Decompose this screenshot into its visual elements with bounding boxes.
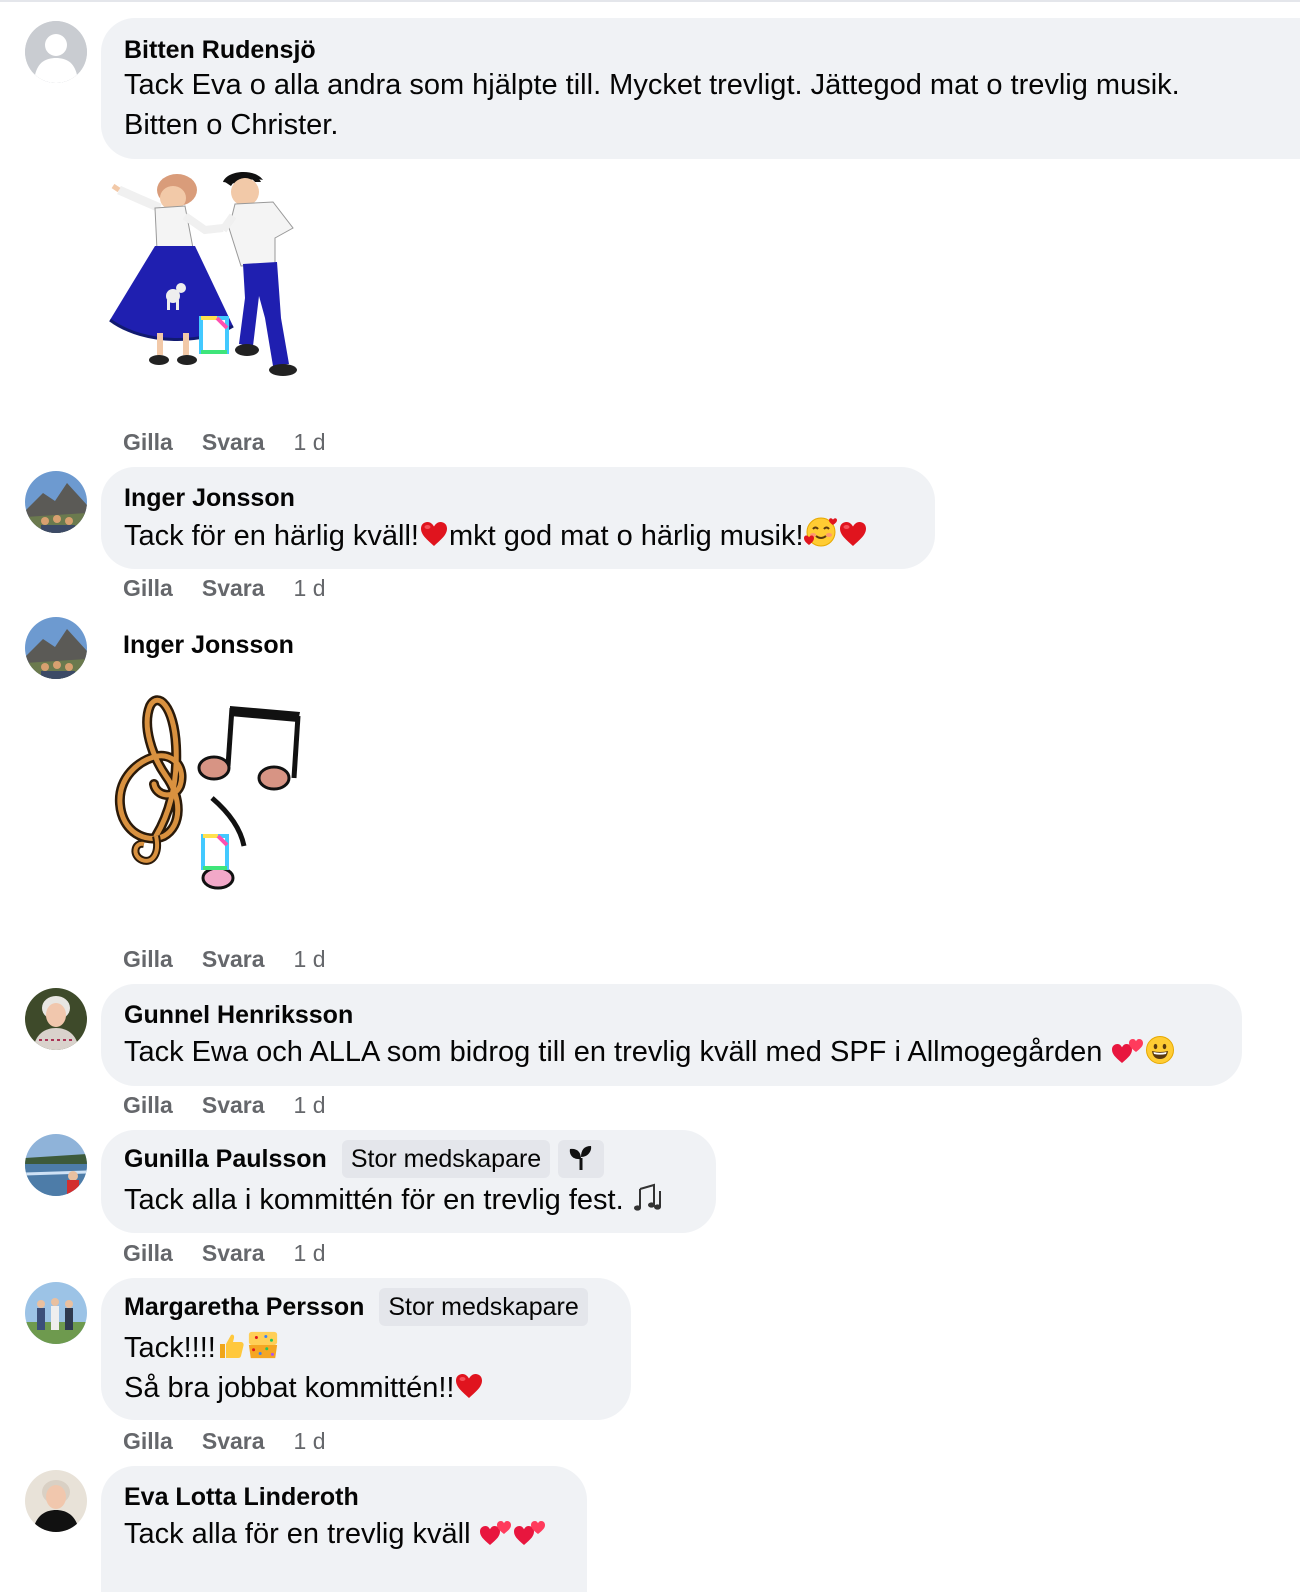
comment-actions: Gilla Svara 1 d (123, 574, 326, 602)
comment-author[interactable]: Gunnel Henriksson (124, 1000, 353, 1030)
music-notes-sticker[interactable] (108, 686, 313, 901)
red-heart-emoji (838, 519, 868, 549)
comment-text: Tack för en härlig kväll! mkt god mat o h… (124, 515, 868, 556)
reply-button[interactable]: Svara (202, 1092, 265, 1118)
grinning-face-emoji (1145, 1035, 1175, 1065)
red-heart-emoji (419, 519, 449, 549)
gif-badge-icon (201, 834, 229, 870)
comment-text-part: mkt god mat o härlig musik! (448, 520, 804, 552)
comment-text-part: Tack Ewa och ALLA som bidrog till en tre… (124, 1036, 1103, 1068)
comment-bubble: Gunnel Henriksson Tack Ewa och ALLA som … (101, 984, 1242, 1086)
comment-actions: Gilla Svara 1 d (123, 1427, 326, 1455)
red-heart-emoji (454, 1371, 484, 1401)
lake-photo-avatar (25, 1134, 87, 1196)
two-hearts-emoji (479, 1517, 513, 1547)
comment-text: Tack Ewa och ALLA som bidrog till en tre… (124, 1032, 1175, 1072)
comment-header: Gunilla Paulsson Stor medskapare (124, 1140, 605, 1178)
like-button[interactable]: Gilla (123, 1240, 173, 1266)
like-button[interactable]: Gilla (123, 1428, 173, 1454)
comment-timestamp[interactable]: 1 d (294, 429, 326, 455)
comment-bubble: Inger Jonsson Tack för en härlig kväll! m… (101, 467, 935, 569)
comment-text-line: Tack Eva o alla andra som hjälpte till. … (124, 69, 1180, 101)
dancing-couple-sticker[interactable] (105, 168, 320, 383)
avatar[interactable] (25, 1282, 87, 1344)
comment-text-part: Tack alla i kommittén för en trevlig fes… (124, 1184, 624, 1216)
reply-button[interactable]: Svara (202, 1428, 265, 1454)
avatar[interactable] (25, 1470, 87, 1532)
avatar[interactable] (25, 471, 87, 533)
comment-bubble: Eva Lotta Linderoth Tack alla för en tre… (101, 1466, 587, 1592)
comment-bubble: Gunilla Paulsson Stor medskapare Tack all… (101, 1130, 716, 1233)
comment-timestamp[interactable]: 1 d (294, 1092, 326, 1118)
comment-actions: Gilla Svara 1 d (123, 1239, 326, 1267)
comment-author[interactable]: Margaretha Persson (124, 1292, 364, 1322)
comment-actions: Gilla Svara 1 d (123, 945, 326, 973)
woman-portrait-avatar (25, 988, 87, 1050)
avatar[interactable] (25, 988, 87, 1050)
top-divider (0, 0, 1300, 2)
two-hearts-emoji (513, 1517, 547, 1547)
group-photo-avatar (25, 1282, 87, 1344)
like-button[interactable]: Gilla (123, 429, 173, 455)
comment-timestamp[interactable]: 1 d (294, 1428, 326, 1454)
mountain-photo-avatar (25, 617, 87, 679)
default-user-avatar-icon (25, 21, 87, 83)
comment-bubble: Margaretha Persson Stor medskapare Tack!!… (101, 1278, 631, 1420)
like-button[interactable]: Gilla (123, 946, 173, 972)
top-contributor-badge[interactable]: Stor medskapare (379, 1288, 588, 1326)
woman-portrait-avatar (25, 1470, 87, 1532)
reply-button[interactable]: Svara (202, 1240, 265, 1266)
comment-text-line: Tack!!!! (124, 1328, 280, 1368)
reply-button[interactable]: Svara (202, 429, 265, 455)
comment-text: Tack alla i kommittén för en trevlig fes… (124, 1180, 666, 1220)
comment-actions: Gilla Svara 1 d (123, 428, 326, 456)
comment-text: Tack alla för en trevlig kväll (124, 1514, 547, 1554)
thumbs-up-emoji (216, 1331, 246, 1361)
avatar[interactable] (25, 21, 87, 83)
mountain-photo-avatar (25, 471, 87, 533)
comment-author[interactable]: Inger Jonsson (124, 483, 295, 513)
comment-timestamp[interactable]: 1 d (294, 946, 326, 972)
reply-button[interactable]: Svara (202, 946, 265, 972)
comment-author[interactable]: Bitten Rudensjö (124, 35, 316, 65)
musical-notes-emoji (632, 1183, 666, 1213)
avatar[interactable] (25, 617, 87, 679)
comment-text-part: Så bra jobbat kommittén!! (124, 1372, 455, 1404)
gif-badge-icon (199, 316, 229, 354)
comment-author[interactable]: Gunilla Paulsson (124, 1144, 327, 1174)
two-hearts-emoji (1111, 1035, 1145, 1065)
seedling-icon[interactable] (558, 1140, 605, 1178)
comment-text-line: Så bra jobbat kommittén!! (124, 1368, 484, 1408)
top-contributor-badge[interactable]: Stor medskapare (341, 1140, 551, 1178)
like-button[interactable]: Gilla (123, 575, 173, 601)
smiling-face-with-hearts-emoji (804, 515, 838, 549)
avatar[interactable] (25, 1134, 87, 1196)
comment-text-part: Tack för en härlig kväll! (124, 520, 419, 552)
reply-button[interactable]: Svara (202, 575, 265, 601)
comment-author[interactable]: Inger Jonsson (123, 630, 294, 660)
comment-text-line: Bitten o Christer. (124, 109, 339, 141)
comment-header: Margaretha Persson Stor medskapare (124, 1288, 588, 1326)
comment-bubble: Bitten Rudensjö Tack Eva o alla andra so… (101, 18, 1300, 159)
comment-timestamp[interactable]: 1 d (294, 1240, 326, 1266)
comment-text-part: Tack alla för en trevlig kväll (124, 1518, 471, 1550)
like-button[interactable]: Gilla (123, 1092, 173, 1118)
comment-timestamp[interactable]: 1 d (294, 575, 326, 601)
comment-author[interactable]: Eva Lotta Linderoth (124, 1482, 359, 1512)
comment-actions: Gilla Svara 1 d (123, 1091, 326, 1119)
comment-text-part: Tack!!!! (124, 1332, 216, 1364)
confetti-emoji (246, 1329, 280, 1361)
